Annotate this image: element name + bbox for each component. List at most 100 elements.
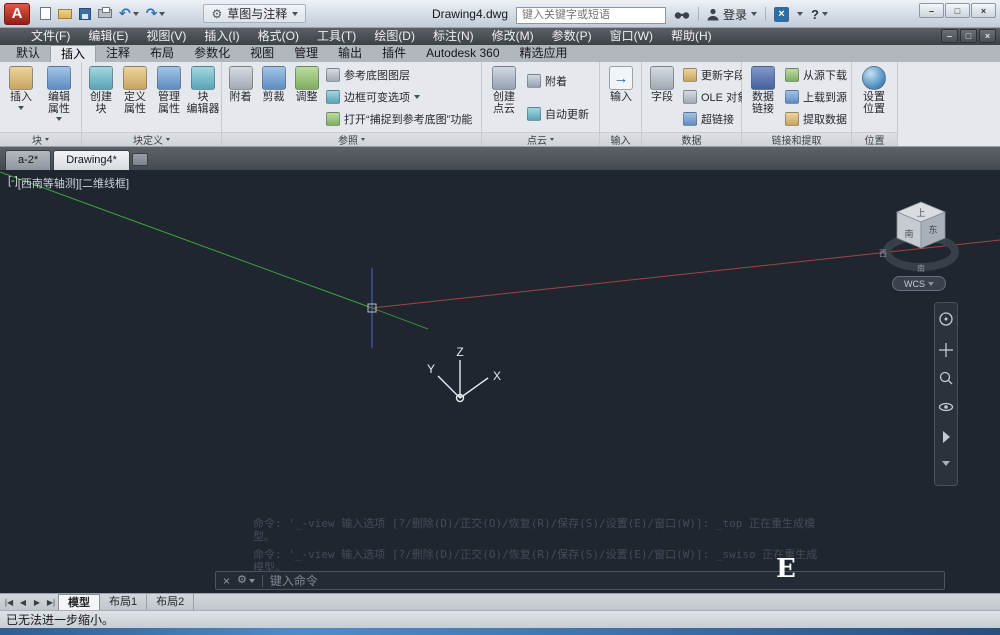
model-tab[interactable]: 模型 xyxy=(58,594,100,610)
import-button[interactable]: 输入 xyxy=(602,63,640,131)
download-from-source-button[interactable]: 从源下载 xyxy=(782,65,850,85)
viewport-visual-style-control[interactable]: [二维线框] xyxy=(79,175,129,191)
workspace-switcher[interactable]: 草图与注释 xyxy=(203,4,307,23)
menu-item-file[interactable]: 文件(F) xyxy=(22,28,79,45)
point-cloud-attach-button[interactable]: 附着 xyxy=(524,71,596,91)
insert-block-button[interactable]: 插入 xyxy=(2,63,40,131)
zoom-icon[interactable] xyxy=(939,371,953,385)
panel-label-reference[interactable]: 参照 xyxy=(222,132,481,147)
last-tab-button[interactable]: ▶| xyxy=(44,594,58,610)
tab-view[interactable]: 视图 xyxy=(240,45,284,62)
menu-item-modify[interactable]: 修改(M) xyxy=(483,28,543,45)
menu-item-dimension[interactable]: 标注(N) xyxy=(424,28,483,45)
mdi-close-button[interactable] xyxy=(979,29,996,43)
underlay-layers-button[interactable]: 参考底图图层 xyxy=(323,65,478,85)
frames-dropdown[interactable]: 边框可变选项 xyxy=(323,87,478,107)
viewcube[interactable]: 西 南 上 南 东 WCS xyxy=(876,196,966,296)
panel-label-block-definition[interactable]: 块定义 xyxy=(82,132,221,147)
exchange-apps-icon[interactable] xyxy=(774,6,790,22)
field-button[interactable]: 字段 xyxy=(644,63,680,131)
prev-tab-button[interactable]: ◀ xyxy=(16,594,30,610)
orbit-icon[interactable] xyxy=(938,402,954,412)
tab-layout[interactable]: 布局 xyxy=(140,45,184,62)
panel-label-location[interactable]: 位置 xyxy=(852,132,897,147)
set-location-button[interactable]: 设置 位置 xyxy=(854,63,894,131)
tab-default[interactable]: 默认 xyxy=(6,45,50,62)
signin-button[interactable]: 登录 xyxy=(707,6,758,23)
ole-object-button[interactable]: OLE 对象 xyxy=(680,87,742,107)
update-fields-button[interactable]: 更新字段 xyxy=(680,65,742,85)
command-input[interactable]: 键入命令 xyxy=(270,572,318,589)
file-tab-drawing4[interactable]: Drawing4* xyxy=(53,150,130,170)
redo-button[interactable] xyxy=(144,4,168,24)
menu-item-insert[interactable]: 插入(I) xyxy=(195,28,248,45)
menu-item-draw[interactable]: 绘图(D) xyxy=(365,28,424,45)
tab-plugins[interactable]: 插件 xyxy=(372,45,416,62)
open-button[interactable] xyxy=(56,4,74,24)
ucs-icon[interactable] xyxy=(437,360,489,403)
viewport-menu-control[interactable]: [-] xyxy=(8,175,18,191)
menu-item-format[interactable]: 格式(O) xyxy=(249,28,308,45)
menu-item-help[interactable]: 帮助(H) xyxy=(662,28,721,45)
create-block-button[interactable]: 创建 块 xyxy=(84,63,118,131)
tab-manage[interactable]: 管理 xyxy=(284,45,328,62)
new-drawing-tab-button[interactable] xyxy=(131,153,148,166)
tab-output[interactable]: 输出 xyxy=(328,45,372,62)
layout2-tab[interactable]: 布局2 xyxy=(147,594,195,610)
steering-wheel-icon[interactable] xyxy=(939,312,953,326)
maximize-button[interactable] xyxy=(945,3,970,18)
ucs-dropdown[interactable]: WCS xyxy=(892,276,946,291)
menu-item-view[interactable]: 视图(V) xyxy=(137,28,195,45)
next-tab-button[interactable]: ▶ xyxy=(30,594,44,610)
showmotion-icon[interactable] xyxy=(943,431,950,443)
auto-update-button[interactable]: 自动更新 xyxy=(524,104,596,124)
application-menu-button[interactable]: A xyxy=(4,2,30,25)
navbar-more-caret-icon[interactable] xyxy=(942,461,950,466)
data-link-button[interactable]: 数据 链接 xyxy=(744,63,782,131)
drawing-canvas[interactable]: Z Y X [-] [西南等轴测] [二维线框] 西 南 上 南 东 WCS 命… xyxy=(0,170,1000,593)
binoculars-search-icon[interactable] xyxy=(674,9,690,20)
command-customize-wrench-icon[interactable] xyxy=(237,575,255,586)
panel-label-linking[interactable]: 链接和提取 xyxy=(742,132,851,147)
attach-button[interactable]: 附着 xyxy=(224,63,257,131)
snap-to-underlay-button[interactable]: 打开“捕捉到参考底图”功能 xyxy=(323,109,478,129)
new-button[interactable] xyxy=(38,4,53,24)
panel-label-block[interactable]: 块 xyxy=(0,132,81,147)
tab-featured-apps[interactable]: 精选应用 xyxy=(510,45,578,62)
tab-parametric[interactable]: 参数化 xyxy=(184,45,240,62)
pan-icon[interactable] xyxy=(939,343,953,357)
undo-button[interactable] xyxy=(117,4,141,24)
minimize-button[interactable] xyxy=(919,3,944,18)
mdi-minimize-button[interactable] xyxy=(941,29,958,43)
tab-autodesk360[interactable]: Autodesk 360 xyxy=(416,45,509,62)
tab-insert[interactable]: 插入 xyxy=(50,45,97,62)
close-button[interactable] xyxy=(971,3,996,18)
first-tab-button[interactable]: |◀ xyxy=(2,594,16,610)
define-attributes-button[interactable]: 定义 属性 xyxy=(118,63,152,131)
panel-label-data[interactable]: 数据 xyxy=(642,132,741,147)
file-tab-a2[interactable]: a-2* xyxy=(5,150,52,170)
panel-label-point-cloud[interactable]: 点云 xyxy=(482,132,599,147)
panel-label-import[interactable]: 输入 xyxy=(600,132,641,147)
plot-button[interactable] xyxy=(96,4,114,24)
clip-button[interactable]: 剪裁 xyxy=(257,63,290,131)
save-button[interactable] xyxy=(77,4,93,24)
manage-attributes-button[interactable]: 管理 属性 xyxy=(152,63,186,131)
menu-item-tools[interactable]: 工具(T) xyxy=(308,28,365,45)
command-close-icon[interactable] xyxy=(223,572,230,590)
block-editor-button[interactable]: 块 编辑器 xyxy=(186,63,220,131)
layout1-tab[interactable]: 布局1 xyxy=(100,594,148,610)
help-button[interactable]: ? xyxy=(811,7,828,22)
menu-item-edit[interactable]: 编辑(E) xyxy=(79,28,137,45)
hyperlink-button[interactable]: 超链接 xyxy=(680,109,742,129)
viewport-view-control[interactable]: [西南等轴测] xyxy=(18,175,79,191)
mdi-restore-button[interactable] xyxy=(960,29,977,43)
edit-attribute-button[interactable]: 编辑 属性 xyxy=(40,63,78,131)
upload-to-source-button[interactable]: 上载到源 xyxy=(782,87,850,107)
create-point-cloud-button[interactable]: 创建 点云 xyxy=(484,63,524,131)
menu-item-parametric[interactable]: 参数(P) xyxy=(543,28,601,45)
adjust-button[interactable]: 调整 xyxy=(290,63,323,131)
search-input[interactable] xyxy=(516,6,666,24)
extract-data-button[interactable]: 提取数据 xyxy=(782,109,850,129)
tab-annotate[interactable]: 注释 xyxy=(96,45,140,62)
